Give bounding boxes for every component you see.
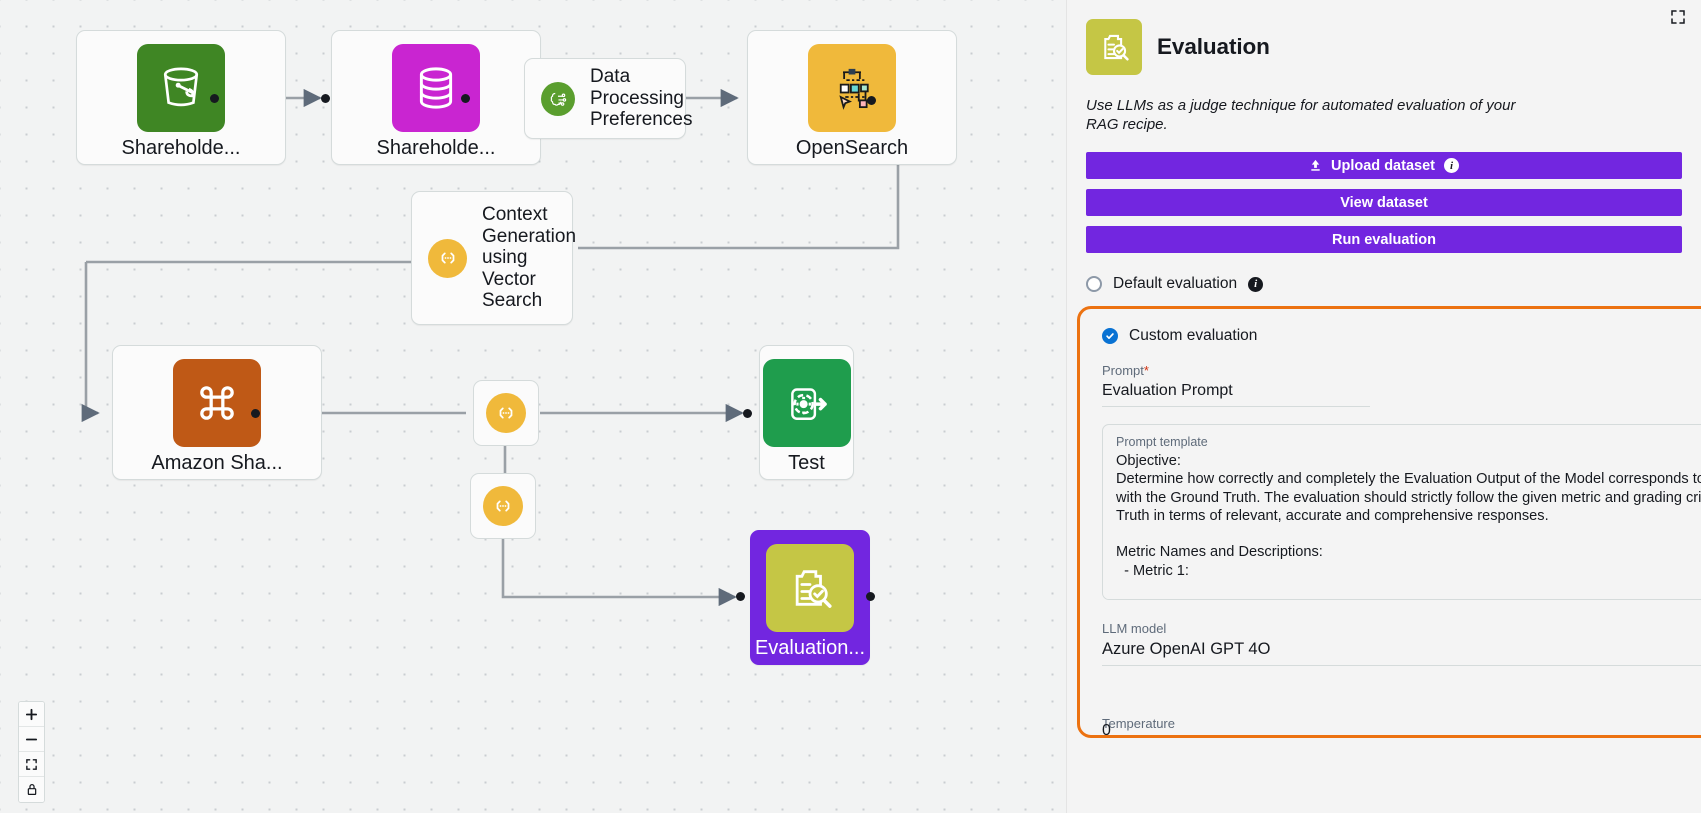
- default-evaluation-option[interactable]: Default evaluation i: [1086, 275, 1682, 293]
- lock-canvas-button[interactable]: [19, 777, 44, 802]
- database-icon: [392, 44, 480, 132]
- node-label: Amazon Sha...: [151, 452, 283, 474]
- node-shareholder-db[interactable]: Shareholde...: [331, 30, 541, 165]
- s3-bucket-icon: [137, 44, 225, 132]
- temperature-value[interactable]: 0: [1102, 722, 1701, 735]
- fit-to-screen-button[interactable]: [19, 752, 44, 777]
- prompt-label: Prompt*: [1102, 363, 1149, 378]
- custom-evaluation-card: Custom evaluation Prompt* Evaluation Pro…: [1077, 306, 1701, 738]
- port-out-shareholder-db[interactable]: [461, 94, 470, 103]
- temperature-field[interactable]: Temperature 0: [1102, 716, 1701, 735]
- evaluation-details-panel: Evaluation Use LLMs as a judge technique…: [1066, 0, 1701, 813]
- panel-header: Evaluation: [1086, 19, 1682, 75]
- node-label: OpenSearch: [795, 137, 909, 159]
- expand-icon[interactable]: [1667, 6, 1689, 28]
- custom-evaluation-radio[interactable]: [1102, 328, 1118, 344]
- prompt-value[interactable]: Evaluation Prompt: [1102, 382, 1701, 406]
- sagemaker-icon: [173, 359, 261, 447]
- node-label: Shareholde...: [376, 137, 496, 159]
- port-in-test[interactable]: [743, 409, 752, 418]
- page-title: Evaluation: [1157, 34, 1270, 59]
- node-opensearch[interactable]: OpenSearch: [747, 30, 957, 165]
- panel-description: Use LLMs as a judge technique for automa…: [1086, 97, 1516, 133]
- workflow-canvas[interactable]: Shareholde... Shareholde... Data Process…: [0, 0, 1066, 813]
- node-amazon-sagemaker[interactable]: Amazon Sha...: [112, 345, 322, 480]
- port-in-evaluation[interactable]: [736, 592, 745, 601]
- llm-model-field[interactable]: LLM model Azure OpenAI GPT 4O: [1102, 621, 1701, 666]
- evaluation-clipboard-icon: [1086, 19, 1142, 75]
- custom-evaluation-option[interactable]: Custom evaluation: [1102, 327, 1701, 345]
- prompt-template-label: Prompt template: [1116, 435, 1208, 449]
- prompt-template-textarea[interactable]: Prompt template Objective: Determine how…: [1102, 424, 1701, 600]
- node-label: Shareholde...: [121, 137, 241, 159]
- prompt-underline: [1102, 406, 1370, 407]
- llm-model-underline: [1102, 665, 1701, 666]
- node-label: Context Generation using Vector Search: [482, 204, 577, 312]
- port-in-shareholder-db[interactable]: [321, 94, 330, 103]
- textarea-fade: [1103, 585, 1701, 599]
- run-evaluation-label: Run evaluation: [1332, 231, 1436, 248]
- node-context-generation[interactable]: Context Generation using Vector Search: [411, 191, 577, 325]
- port-out-opensearch[interactable]: [867, 96, 876, 105]
- llm-model-label: LLM model: [1102, 621, 1167, 636]
- port-out-shareholder-s3[interactable]: [210, 94, 219, 103]
- node-data-processing-preferences[interactable]: Data Processing Preferences: [524, 58, 692, 139]
- app-root: Shareholde... Shareholde... Data Process…: [0, 0, 1701, 813]
- node-label: Evaluation...: [754, 637, 866, 659]
- node-transform-chip-2[interactable]: [470, 473, 536, 539]
- upload-dataset-label: Upload dataset: [1331, 157, 1435, 174]
- upload-dataset-info-icon[interactable]: i: [1443, 158, 1459, 173]
- evaluation-clipboard-icon: [766, 544, 854, 632]
- upload-icon: [1309, 159, 1322, 172]
- node-test[interactable]: Test: [759, 345, 854, 480]
- default-evaluation-label: Default evaluation: [1113, 275, 1238, 292]
- node-shareholder-s3[interactable]: Shareholde...: [76, 30, 286, 165]
- opensearch-icon: [808, 44, 896, 132]
- zoom-out-button[interactable]: [19, 727, 44, 752]
- data-processing-icon: [541, 81, 575, 116]
- transform-icon: [483, 486, 523, 526]
- llm-model-value[interactable]: Azure OpenAI GPT 4O: [1102, 640, 1701, 665]
- upload-dataset-button[interactable]: Upload dataset i: [1086, 152, 1682, 179]
- run-evaluation-button[interactable]: Run evaluation: [1086, 226, 1682, 253]
- prompt-field[interactable]: Prompt* Evaluation Prompt: [1102, 363, 1701, 407]
- test-gear-arrow-icon: [762, 359, 851, 447]
- default-evaluation-info-icon[interactable]: i: [1248, 276, 1264, 292]
- canvas-zoom-toolbar[interactable]: [18, 701, 45, 803]
- port-out-evaluation[interactable]: [866, 592, 875, 601]
- transform-icon: [428, 238, 467, 278]
- view-dataset-button[interactable]: View dataset: [1086, 189, 1682, 216]
- view-dataset-label: View dataset: [1340, 194, 1428, 211]
- node-evaluation[interactable]: Evaluation...: [750, 530, 870, 665]
- node-transform-chip-1[interactable]: [473, 380, 539, 446]
- custom-evaluation-label: Custom evaluation: [1129, 327, 1258, 344]
- node-label: Data Processing Preferences: [590, 66, 693, 131]
- port-out-amazon-sagemaker[interactable]: [251, 409, 260, 418]
- prompt-template-value[interactable]: Objective: Determine how correctly and c…: [1116, 452, 1701, 580]
- node-label: Test: [788, 452, 825, 474]
- zoom-in-button[interactable]: [19, 702, 44, 727]
- default-evaluation-radio[interactable]: [1086, 276, 1102, 292]
- transform-icon: [486, 393, 526, 433]
